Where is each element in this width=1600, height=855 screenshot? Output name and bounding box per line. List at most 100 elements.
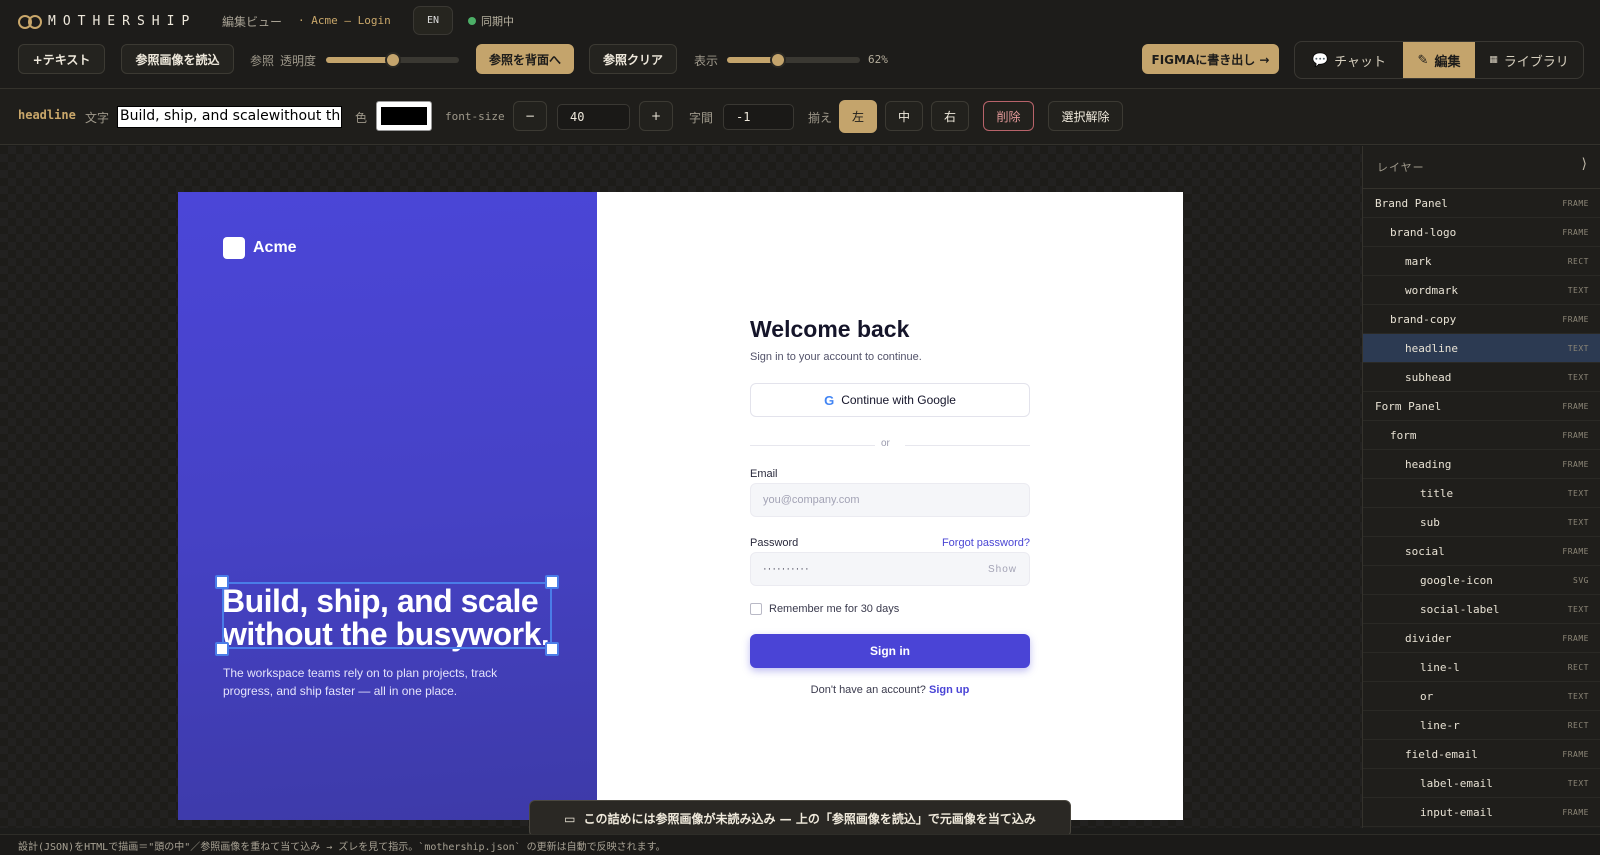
- layer-row[interactable]: line-r RECT: [1363, 711, 1600, 740]
- layer-row[interactable]: input-email FRAME: [1363, 798, 1600, 827]
- language-toggle[interactable]: EN: [413, 6, 453, 35]
- resize-handle-top-left[interactable]: [215, 575, 229, 589]
- reference-to-back-button[interactable]: 参照を背面へ: [476, 44, 574, 74]
- align-center-button[interactable]: 中: [885, 101, 923, 131]
- layer-type: FRAME: [1562, 228, 1589, 237]
- layer-row[interactable]: brand-copy FRAME: [1363, 305, 1600, 334]
- tab-library[interactable]: ▦ ライブラリ: [1475, 42, 1583, 78]
- reference-clear-button[interactable]: 参照クリア: [589, 44, 677, 74]
- subhead[interactable]: The workspace teams rely on to plan proj…: [223, 664, 533, 700]
- google-signin-button[interactable]: G Continue with Google: [750, 383, 1030, 417]
- add-text-button[interactable]: +テキスト: [18, 44, 105, 74]
- font-size-input[interactable]: 40: [557, 104, 630, 130]
- layer-row[interactable]: label-email TEXT: [1363, 769, 1600, 798]
- layer-type: FRAME: [1562, 460, 1589, 469]
- layer-type: FRAME: [1562, 199, 1589, 208]
- layer-row[interactable]: brand-logo FRAME: [1363, 218, 1600, 247]
- brand-logo[interactable]: Acme: [223, 237, 297, 259]
- mode-tabs: 💬 チャット ✎ 編集 ▦ ライブラリ: [1294, 41, 1584, 79]
- tab-chat[interactable]: 💬 チャット: [1295, 42, 1403, 78]
- layer-row[interactable]: sub TEXT: [1363, 508, 1600, 537]
- form-title[interactable]: Welcome back: [750, 316, 909, 343]
- letter-spacing-input[interactable]: -1: [723, 104, 794, 130]
- font-size-decrease-button[interactable]: −: [513, 101, 547, 131]
- form-subtitle[interactable]: Sign in to your account to continue.: [750, 351, 922, 363]
- brand-panel[interactable]: Acme Build, ship, and scale without the …: [178, 192, 597, 820]
- layer-row[interactable]: mark RECT: [1363, 247, 1600, 276]
- google-label: Continue with Google: [841, 393, 956, 407]
- sign-in-button[interactable]: Sign in: [750, 634, 1030, 668]
- zoom-percent: 62%: [868, 53, 888, 66]
- layer-row[interactable]: title TEXT: [1363, 479, 1600, 508]
- layer-name: subhead: [1405, 371, 1452, 384]
- divider-line-left: [750, 445, 875, 446]
- layer-row[interactable]: divider FRAME: [1363, 624, 1600, 653]
- forgot-password-link[interactable]: Forgot password?: [942, 537, 1030, 549]
- layer-row[interactable]: Form Panel FRAME: [1363, 392, 1600, 421]
- layer-row[interactable]: social-label TEXT: [1363, 595, 1600, 624]
- resize-handle-top-right[interactable]: [545, 575, 559, 589]
- zoom-slider[interactable]: [727, 52, 860, 68]
- layer-type: SVG: [1573, 576, 1589, 585]
- zoom-label: 表示: [694, 54, 719, 68]
- password-field[interactable]: ·········· Show: [750, 552, 1030, 586]
- mothership-logo-icon: [18, 15, 42, 29]
- show-password-toggle[interactable]: Show: [988, 564, 1017, 575]
- sign-up-link[interactable]: Sign up: [929, 684, 969, 696]
- align-left-button[interactable]: 左: [839, 100, 877, 133]
- layer-name: title: [1420, 487, 1454, 500]
- align-right-button[interactable]: 右: [931, 101, 969, 131]
- layer-row[interactable]: headline TEXT: [1363, 334, 1600, 363]
- layer-type: RECT: [1567, 257, 1589, 266]
- brand-wordmark[interactable]: Acme: [253, 239, 297, 257]
- layer-row[interactable]: or TEXT: [1363, 682, 1600, 711]
- zoom-slider-knob[interactable]: [769, 52, 786, 68]
- reference-label: 参照: [250, 54, 275, 68]
- opacity-slider-fill: [326, 57, 393, 63]
- layer-row[interactable]: field-email FRAME: [1363, 740, 1600, 769]
- library-icon: ▦: [1489, 55, 1498, 65]
- collapse-panel-icon[interactable]: ⟩: [1582, 156, 1587, 172]
- sync-status: 同期中: [468, 13, 514, 29]
- brand-mark-icon[interactable]: [223, 237, 245, 259]
- layer-row[interactable]: subhead TEXT: [1363, 363, 1600, 392]
- layer-name: social: [1405, 545, 1445, 558]
- delete-button[interactable]: 削除: [983, 101, 1034, 131]
- opacity-slider-knob[interactable]: [384, 52, 401, 68]
- layer-row[interactable]: heading FRAME: [1363, 450, 1600, 479]
- layer-row[interactable]: form FRAME: [1363, 421, 1600, 450]
- remember-checkbox[interactable]: [750, 603, 762, 615]
- resize-handle-bottom-left[interactable]: [215, 642, 229, 656]
- layer-row[interactable]: wordmark TEXT: [1363, 276, 1600, 305]
- remember-label: Remember me for 30 days: [769, 603, 900, 615]
- letter-spacing-label: 字間: [689, 111, 714, 125]
- layer-type: TEXT: [1567, 779, 1589, 788]
- text-content-input[interactable]: Build, ship, and scalewithout the busywo…: [117, 106, 342, 128]
- font-size-increase-button[interactable]: +: [639, 101, 673, 131]
- layer-row[interactable]: line-l RECT: [1363, 653, 1600, 682]
- selection-box: [215, 575, 559, 656]
- layer-type: FRAME: [1562, 315, 1589, 324]
- layer-name: divider: [1405, 632, 1452, 645]
- align-label: 揃え: [808, 111, 833, 125]
- design-canvas[interactable]: Acme Build, ship, and scale without the …: [0, 146, 1362, 828]
- layer-row[interactable]: google-icon SVG: [1363, 566, 1600, 595]
- deselect-button[interactable]: 選択解除: [1048, 101, 1123, 131]
- load-reference-button[interactable]: 参照画像を読込: [121, 44, 234, 74]
- layer-type: TEXT: [1567, 605, 1589, 614]
- layer-type: RECT: [1567, 721, 1589, 730]
- tab-edit[interactable]: ✎ 編集: [1403, 42, 1475, 78]
- layer-type: FRAME: [1562, 431, 1589, 440]
- view-label: 編集ビュー: [222, 15, 283, 29]
- email-field[interactable]: you@company.com: [750, 483, 1030, 517]
- toast-text: この詰めには参照画像が未読み込み — 上の「参照画像を読込」で元画像を当て込み: [583, 812, 1036, 826]
- layer-type: TEXT: [1567, 489, 1589, 498]
- resize-handle-bottom-right[interactable]: [545, 642, 559, 656]
- color-picker[interactable]: [376, 101, 432, 131]
- artboard-frame[interactable]: Acme Build, ship, and scale without the …: [178, 192, 1183, 820]
- layer-row[interactable]: social FRAME: [1363, 537, 1600, 566]
- export-figma-button[interactable]: FIGMAに書き出し →: [1142, 44, 1279, 74]
- remember-me[interactable]: Remember me for 30 days: [750, 603, 899, 615]
- layer-row[interactable]: Brand Panel FRAME: [1363, 189, 1600, 218]
- opacity-slider[interactable]: [326, 52, 459, 68]
